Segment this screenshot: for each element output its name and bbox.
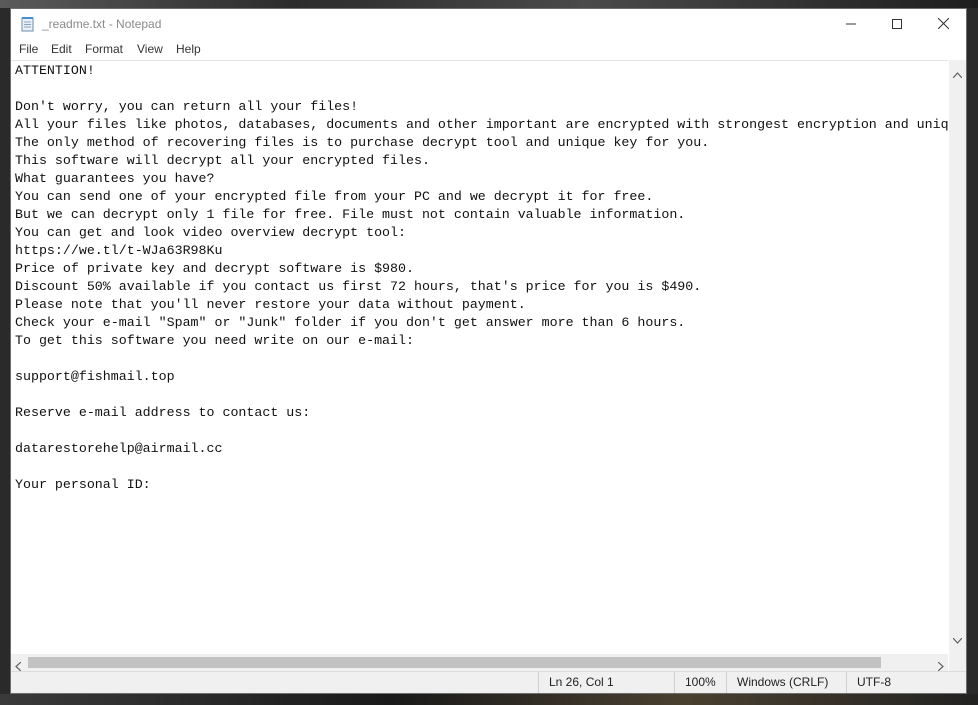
horizontal-scroll-thumb[interactable]	[28, 657, 881, 668]
minimize-button[interactable]	[828, 9, 874, 40]
close-button[interactable]	[920, 9, 966, 40]
maximize-button[interactable]	[874, 9, 920, 40]
menu-edit[interactable]: Edit	[49, 42, 74, 56]
desktop-background-top	[0, 0, 978, 8]
minimize-icon	[846, 16, 856, 34]
status-bar: Ln 26, Col 1 100% Windows (CRLF) UTF-8	[11, 671, 966, 693]
document-text[interactable]: ATTENTION! Don't worry, you can return a…	[11, 61, 948, 494]
desktop-background-bottom	[0, 694, 978, 705]
status-cursor-position: Ln 26, Col 1	[538, 672, 674, 693]
title-bar[interactable]: _readme.txt - Notepad	[11, 9, 966, 40]
menu-help[interactable]: Help	[174, 42, 203, 56]
vertical-scrollbar[interactable]	[949, 60, 966, 654]
menu-bar: File Edit Format View Help	[11, 40, 966, 60]
menu-format[interactable]: Format	[83, 42, 125, 56]
close-icon	[937, 16, 949, 34]
status-encoding: UTF-8	[846, 672, 966, 693]
notepad-icon	[20, 16, 36, 32]
scrollbar-corner	[949, 654, 966, 671]
horizontal-scrollbar[interactable]	[11, 654, 948, 672]
menu-file[interactable]: File	[17, 42, 40, 56]
window-title: _readme.txt - Notepad	[42, 17, 162, 31]
maximize-icon	[892, 16, 902, 34]
text-editor[interactable]: ATTENTION! Don't worry, you can return a…	[11, 60, 948, 654]
scroll-down-arrow-icon[interactable]	[952, 631, 963, 649]
notepad-window: _readme.txt - Notepad File Edit Format V…	[10, 8, 967, 694]
status-zoom: 100%	[674, 672, 726, 693]
menu-view[interactable]: View	[135, 42, 165, 56]
status-line-ending: Windows (CRLF)	[726, 672, 846, 693]
scroll-up-arrow-icon[interactable]	[952, 65, 963, 83]
